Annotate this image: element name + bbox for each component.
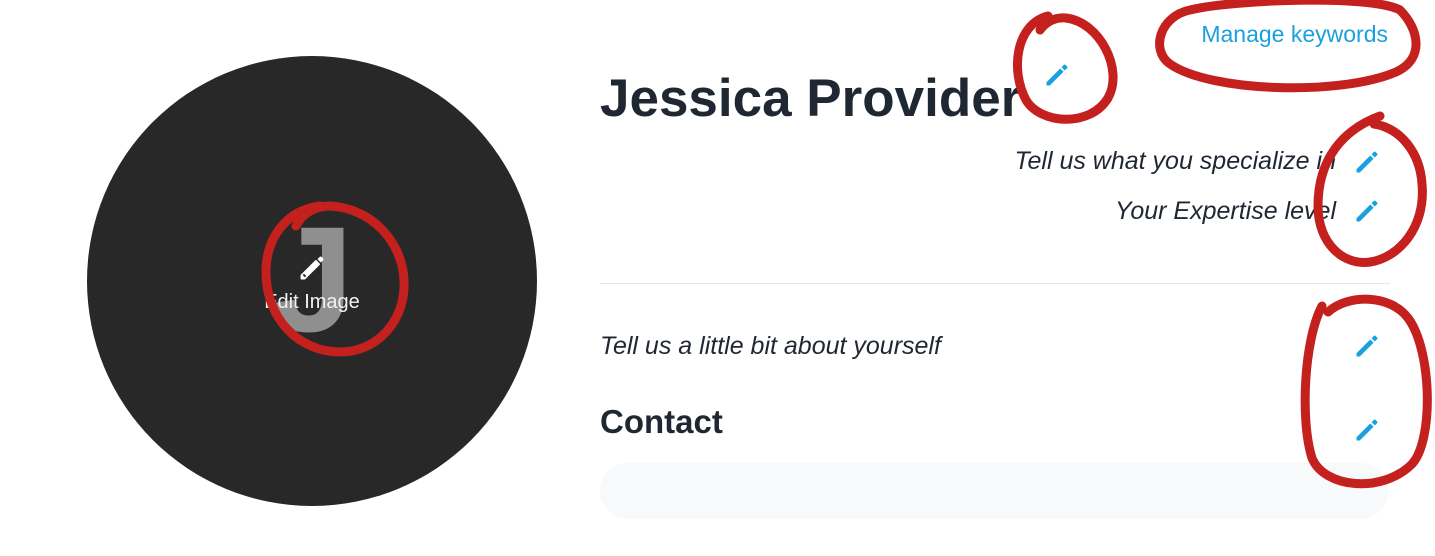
contact-box xyxy=(600,463,1388,519)
annotation-circle-specialize-expertise xyxy=(1313,111,1427,267)
profile-name: Jessica Provider xyxy=(600,69,1022,128)
edit-specialize-button[interactable] xyxy=(1353,148,1381,176)
edit-expertise-button[interactable] xyxy=(1353,197,1381,225)
pencil-icon xyxy=(1356,335,1378,357)
profile-avatar[interactable]: J Edit Image xyxy=(87,56,537,506)
section-divider xyxy=(600,283,1390,284)
pencil-icon xyxy=(300,256,324,280)
edit-contact-button[interactable] xyxy=(1353,416,1381,444)
specialize-text: Tell us what you specialize in xyxy=(1014,147,1336,175)
about-text: Tell us a little bit about yourself xyxy=(600,332,941,360)
annotation-circle-about-contact xyxy=(1300,294,1432,489)
pencil-icon xyxy=(1046,64,1068,86)
edit-image-button[interactable]: Edit Image xyxy=(87,252,537,314)
pencil-icon xyxy=(1356,419,1378,441)
manage-keywords-link[interactable]: Manage keywords xyxy=(1201,20,1388,48)
edit-name-button[interactable] xyxy=(1043,61,1071,89)
expertise-text: Your Expertise level xyxy=(1115,197,1336,225)
contact-heading: Contact xyxy=(600,403,723,440)
pencil-icon xyxy=(1356,200,1378,222)
edit-image-label: Edit Image xyxy=(264,291,360,313)
pencil-icon xyxy=(1356,151,1378,173)
edit-about-button[interactable] xyxy=(1353,332,1381,360)
